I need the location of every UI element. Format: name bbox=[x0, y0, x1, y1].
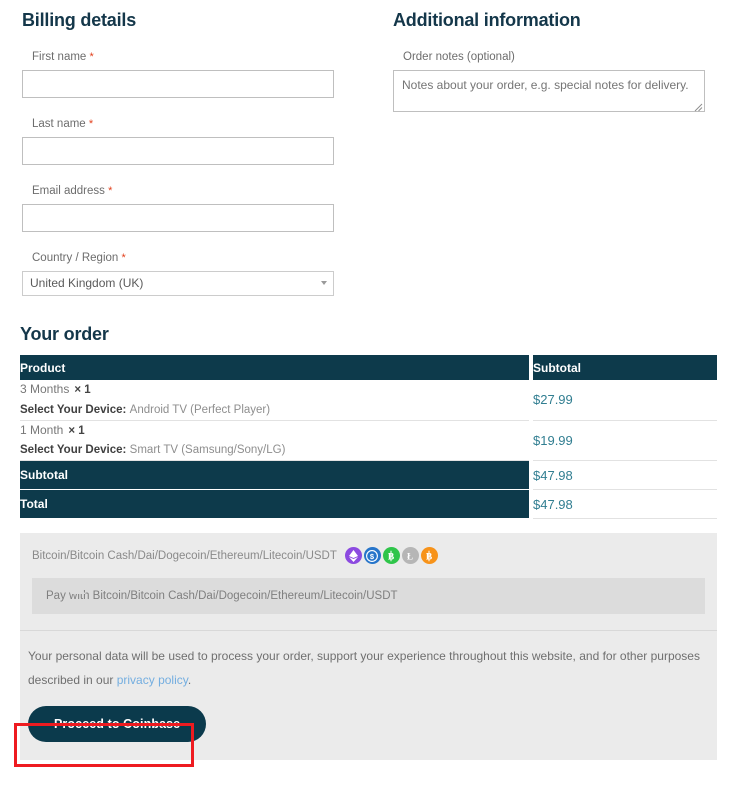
proceed-to-coinbase-button[interactable]: Proceed to Coinbase bbox=[28, 706, 207, 743]
billing-details-section: Billing details First name * Last name *… bbox=[0, 10, 380, 296]
payment-description-wrap: Pay with Bitcoin/Bitcoin Cash/Dai/Dogeco… bbox=[20, 564, 717, 630]
subtotal-label: Subtotal bbox=[20, 461, 529, 491]
column-header-product: Product bbox=[20, 355, 529, 380]
product-name: 1 Month bbox=[20, 422, 64, 437]
product-quantity: × 1 bbox=[68, 424, 85, 437]
payment-coin-icons: $ B Ł B bbox=[344, 547, 438, 565]
order-review-table: Product Subtotal 3 Months × 1 Select Your… bbox=[20, 355, 717, 520]
product-meta-line: Select Your Device: Smart TV (Samsung/So… bbox=[20, 440, 529, 460]
product-meta-value: Smart TV (Samsung/Sony/LG) bbox=[129, 444, 286, 457]
bitcoin-icon: B bbox=[420, 547, 438, 565]
product-meta-value: Android TV (Perfect Player) bbox=[129, 403, 271, 416]
payment-description-box: Pay with Bitcoin/Bitcoin Cash/Dai/Dogeco… bbox=[32, 578, 705, 615]
order-table-head: Product Subtotal bbox=[20, 355, 717, 380]
order-notes-input[interactable] bbox=[393, 70, 705, 112]
checkout-columns: Billing details First name * Last name *… bbox=[0, 0, 735, 296]
country-select[interactable]: United Kingdom (UK) bbox=[22, 271, 334, 296]
required-marker: * bbox=[121, 252, 126, 264]
your-order-title: Your order bbox=[20, 324, 109, 344]
required-marker: * bbox=[89, 51, 94, 63]
required-marker: * bbox=[88, 118, 94, 130]
payment-method-label: Bitcoin/Bitcoin Cash/Dai/Dogecoin/Ethere… bbox=[32, 549, 337, 562]
country-select-wrap: United Kingdom (UK) bbox=[22, 271, 334, 296]
table-row: 1 Month × 1 Select Your Device: Smart TV … bbox=[20, 420, 717, 462]
litecoin-icon: Ł bbox=[401, 547, 419, 565]
chevron-down-icon bbox=[321, 281, 327, 285]
total-value: $47.98 bbox=[533, 490, 717, 520]
first-name-label: First name * bbox=[32, 51, 380, 63]
email-label-text: Email address bbox=[32, 185, 105, 197]
product-name-line: 3 Months × 1 bbox=[20, 380, 529, 400]
email-field-group: Email address * bbox=[22, 185, 380, 232]
order-notes-field-group: Order notes (optional) bbox=[393, 51, 735, 112]
payment-panel: Bitcoin/Bitcoin Cash/Dai/Dogecoin/Ethere… bbox=[20, 533, 717, 761]
total-label: Total bbox=[20, 490, 529, 520]
product-quantity: × 1 bbox=[74, 384, 91, 396]
additional-information-title: Additional information bbox=[393, 10, 581, 30]
subtotal-row: Subtotal $47.98 bbox=[20, 461, 717, 491]
tooltip-arrow-icon bbox=[70, 586, 86, 595]
privacy-notice: Your personal data will be used to proce… bbox=[20, 630, 717, 702]
email-label: Email address * bbox=[32, 185, 380, 197]
order-table-header-row: Product Subtotal bbox=[20, 355, 717, 380]
additional-information-section: Additional information Order notes (opti… bbox=[380, 10, 735, 296]
product-cell: 3 Months × 1 Select Your Device: Android … bbox=[20, 380, 529, 421]
checkout-page: Billing details First name * Last name *… bbox=[0, 0, 735, 787]
payment-method-row[interactable]: Bitcoin/Bitcoin Cash/Dai/Dogecoin/Ethere… bbox=[20, 547, 717, 565]
subtotal-value: $47.98 bbox=[533, 461, 717, 491]
svg-text:Ł: Ł bbox=[407, 551, 413, 561]
column-header-subtotal: Subtotal bbox=[533, 355, 717, 380]
product-meta-key: Select Your Device: bbox=[20, 403, 127, 416]
first-name-field-group: First name * bbox=[22, 51, 380, 98]
product-meta-line: Select Your Device: Android TV (Perfect … bbox=[20, 400, 529, 420]
last-name-label: Last name * bbox=[32, 118, 380, 130]
required-marker: * bbox=[108, 185, 113, 197]
product-subtotal: $27.99 bbox=[533, 380, 717, 421]
last-name-field-group: Last name * bbox=[22, 118, 380, 165]
product-name: 3 Months bbox=[20, 382, 70, 396]
order-notes-wrap bbox=[393, 70, 705, 112]
privacy-text-after: . bbox=[187, 672, 192, 687]
table-row: 3 Months × 1 Select Your Device: Android … bbox=[20, 380, 717, 421]
last-name-label-text: Last name bbox=[32, 118, 86, 130]
bitcoin-cash-icon: B bbox=[382, 547, 400, 565]
country-label: Country / Region * bbox=[32, 252, 380, 264]
email-field[interactable] bbox=[22, 204, 334, 232]
last-name-input[interactable] bbox=[22, 137, 334, 165]
first-name-input[interactable] bbox=[22, 70, 334, 98]
product-name-line: 1 Month × 1 bbox=[20, 421, 529, 441]
svg-text:$: $ bbox=[370, 552, 375, 561]
privacy-notice-text: Your personal data will be used to proce… bbox=[28, 645, 701, 692]
privacy-policy-link[interactable]: privacy policy bbox=[117, 673, 188, 687]
billing-details-title: Billing details bbox=[22, 10, 137, 30]
product-meta-key: Select Your Device: bbox=[20, 444, 127, 457]
first-name-label-text: First name bbox=[32, 51, 87, 63]
country-select-value: United Kingdom (UK) bbox=[30, 276, 144, 290]
order-table-body: 3 Months × 1 Select Your Device: Android … bbox=[20, 380, 717, 520]
order-notes-label: Order notes (optional) bbox=[403, 51, 515, 63]
dai-icon: $ bbox=[363, 547, 381, 565]
your-order-section: Your order Product Subtotal 3 Months × 1 bbox=[0, 324, 735, 520]
country-field-group: Country / Region * United Kingdom (UK) bbox=[22, 252, 380, 296]
country-label-text: Country / Region bbox=[32, 252, 119, 264]
product-subtotal: $19.99 bbox=[533, 420, 717, 462]
payment-description-text: Pay with Bitcoin/Bitcoin Cash/Dai/Dogeco… bbox=[46, 590, 398, 603]
product-cell: 1 Month × 1 Select Your Device: Smart TV … bbox=[20, 420, 529, 462]
place-order-wrap: Proceed to Coinbase bbox=[20, 702, 717, 760]
ethereum-icon bbox=[344, 547, 362, 565]
total-row: Total $47.98 bbox=[20, 490, 717, 520]
